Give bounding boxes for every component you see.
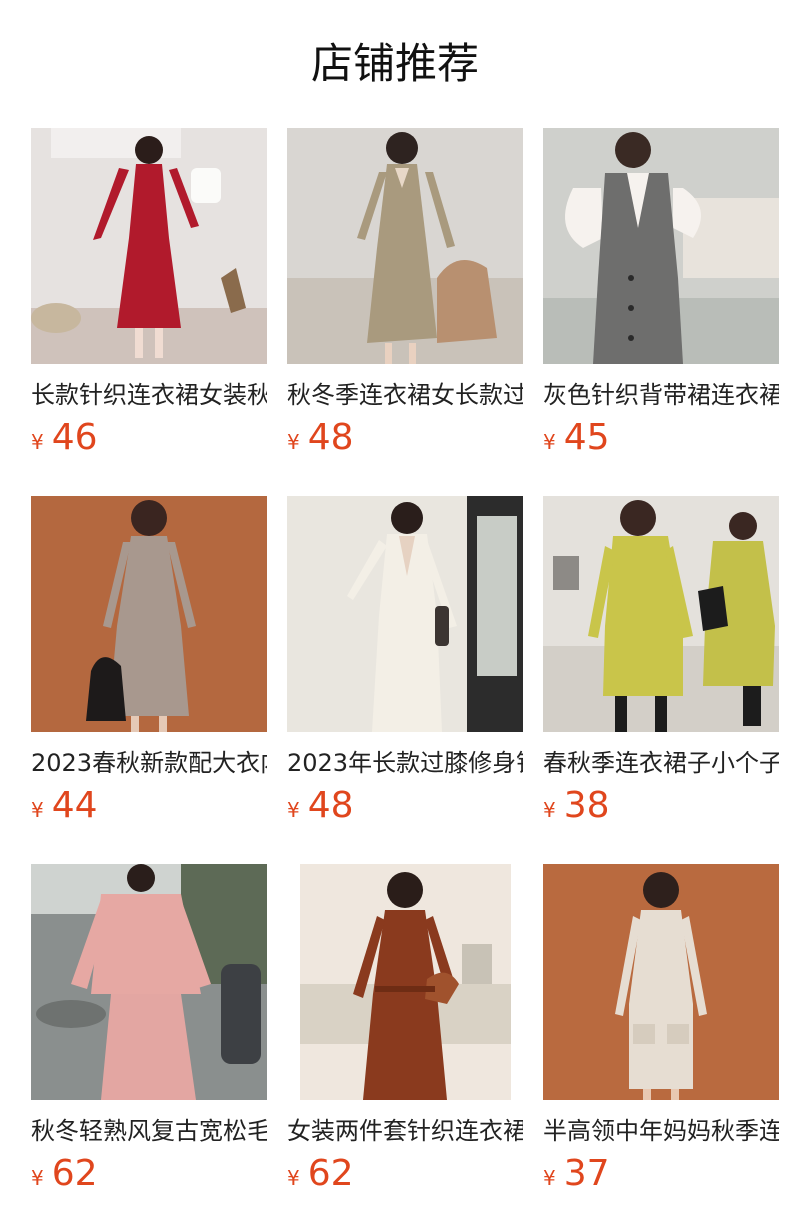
product-image[interactable] bbox=[543, 128, 779, 364]
product-image[interactable] bbox=[31, 128, 267, 364]
currency-symbol: ¥ bbox=[31, 430, 44, 454]
product-title[interactable]: 半高领中年妈妈秋季连衣 bbox=[543, 1116, 779, 1150]
currency-symbol: ¥ bbox=[31, 1166, 44, 1190]
currency-symbol: ¥ bbox=[543, 430, 556, 454]
product-title[interactable]: 长款针织连衣裙女装秋冬 bbox=[31, 380, 267, 414]
product-title[interactable]: 2023年长款过膝修身针织 bbox=[287, 748, 523, 782]
price-value: 48 bbox=[307, 417, 354, 458]
price-value: 45 bbox=[563, 417, 610, 458]
currency-symbol: ¥ bbox=[543, 1166, 556, 1190]
product-title[interactable]: 秋冬季连衣裙女长款过膝 bbox=[287, 380, 523, 414]
section-title: 店铺推荐 bbox=[310, 39, 479, 88]
price-value: 44 bbox=[51, 785, 98, 826]
price-value: 48 bbox=[307, 785, 354, 826]
currency-symbol: ¥ bbox=[287, 1166, 300, 1190]
product-title[interactable]: 2023春秋新款配大衣内搭 bbox=[31, 748, 267, 782]
price-value: 62 bbox=[51, 1153, 98, 1194]
product-price: ¥62 bbox=[31, 1154, 98, 1194]
product-image[interactable] bbox=[31, 864, 267, 1100]
currency-symbol: ¥ bbox=[31, 798, 44, 822]
currency-symbol: ¥ bbox=[287, 798, 300, 822]
product-image[interactable] bbox=[287, 128, 523, 364]
currency-symbol: ¥ bbox=[543, 798, 556, 822]
price-value: 38 bbox=[563, 785, 610, 826]
product-price: ¥44 bbox=[31, 786, 98, 826]
product-image[interactable] bbox=[31, 496, 267, 732]
price-value: 37 bbox=[563, 1153, 610, 1194]
product-price: ¥48 bbox=[287, 786, 354, 826]
product-title[interactable]: 春秋季连衣裙子小个子女 bbox=[543, 748, 779, 782]
product-image[interactable] bbox=[543, 864, 779, 1100]
product-price: ¥48 bbox=[287, 418, 354, 458]
product-price: ¥45 bbox=[543, 418, 610, 458]
product-price: ¥37 bbox=[543, 1154, 610, 1194]
product-title[interactable]: 女装两件套针织连衣裙秋 bbox=[287, 1116, 523, 1150]
price-value: 62 bbox=[307, 1153, 354, 1194]
product-image[interactable] bbox=[287, 864, 523, 1100]
product-title[interactable]: 灰色针织背带裙连衣裙女 bbox=[543, 380, 779, 414]
product-image[interactable] bbox=[287, 496, 523, 732]
product-price: ¥46 bbox=[31, 418, 98, 458]
currency-symbol: ¥ bbox=[287, 430, 300, 454]
product-price: ¥38 bbox=[543, 786, 610, 826]
price-value: 46 bbox=[51, 417, 98, 458]
product-price: ¥62 bbox=[287, 1154, 354, 1194]
product-title[interactable]: 秋冬轻熟风复古宽松毛衣 bbox=[31, 1116, 267, 1150]
product-image[interactable] bbox=[543, 496, 779, 732]
